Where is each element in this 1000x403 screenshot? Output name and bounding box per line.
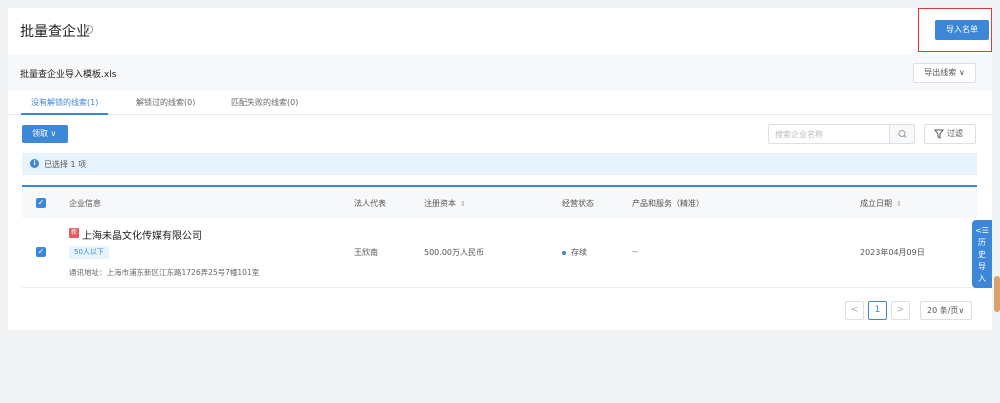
header-founded-label: 成立日期 xyxy=(860,199,892,208)
import-button-highlight: 导入名单 xyxy=(918,8,992,52)
header-legal-rep: 法人代表 xyxy=(354,199,386,208)
select-all-checkbox[interactable]: ✓ xyxy=(36,198,46,208)
next-page-button[interactable]: > xyxy=(891,301,910,320)
claim-button[interactable]: 领取 ∨ xyxy=(22,125,68,143)
history-tab-char: 历 xyxy=(978,238,986,247)
tabs-bar: 没有解锁的线索(1) 解锁过的线索(0) 匹配失败的线索(0) xyxy=(8,91,992,115)
selection-count: 已选择 1 项 xyxy=(44,160,87,169)
founded-value: 2023年04月09日 xyxy=(860,248,925,257)
tab-unlocked[interactable]: 解锁过的线索(0) xyxy=(136,97,195,108)
page-title: 批量查企业 xyxy=(20,24,90,40)
search-input[interactable] xyxy=(769,125,889,143)
status-dot xyxy=(562,250,566,255)
tab-match-failed[interactable]: 匹配失败的线索(0) xyxy=(231,97,298,108)
company-name[interactable]: 上海未晶文化传媒有限公司 xyxy=(82,227,202,242)
current-page[interactable]: 1 xyxy=(868,301,887,320)
scale-tag: 50人以下 xyxy=(69,246,109,259)
search-button[interactable] xyxy=(889,125,914,143)
sort-icon[interactable]: ⇕ xyxy=(460,200,466,208)
history-tab-char: 导 xyxy=(978,262,986,271)
header-status: 经营状态 xyxy=(562,199,594,208)
selection-bar: i 已选择 1 项 xyxy=(22,153,977,175)
row-checkbox[interactable]: ✓ xyxy=(36,247,46,257)
filter-icon xyxy=(934,129,944,139)
new-badge: 新 xyxy=(69,228,79,238)
products-value: -- xyxy=(632,247,638,256)
page-header: 批量查企业 i 导入名单 xyxy=(8,8,992,55)
history-import-tab[interactable]: <☰ 历 史 导 入 xyxy=(972,220,992,288)
filter-button[interactable]: 过滤 xyxy=(924,124,976,144)
status-label: 存续 xyxy=(571,248,587,257)
sort-icon[interactable]: ⇕ xyxy=(896,200,902,208)
file-name: 批量查企业导入模板.xls xyxy=(20,70,117,80)
file-bar: 批量查企业导入模板.xls 导出线索 ∨ xyxy=(8,55,992,91)
export-leads-button[interactable]: 导出线索 ∨ xyxy=(913,63,976,83)
import-list-button[interactable]: 导入名单 xyxy=(935,20,989,40)
table-header: ✓ 企业信息 法人代表 注册资本 ⇕ 经营状态 产品和服务（精准） 成立日期 ⇕ xyxy=(22,185,977,218)
legal-rep-value: 王欣南 xyxy=(354,248,378,257)
header-capital-label: 注册资本 xyxy=(424,199,456,208)
search-box xyxy=(768,124,915,144)
list-icon: <☰ xyxy=(975,226,989,235)
status-value: 存续 xyxy=(562,247,587,258)
prev-page-button[interactable]: < xyxy=(845,301,864,320)
search-icon xyxy=(898,130,907,138)
tab-not-unlocked[interactable]: 没有解锁的线索(1) xyxy=(31,97,98,108)
capital-value: 500.00万人民币 xyxy=(424,248,484,257)
company-address: 通讯地址：上海市浦东新区江东路1726弄25号7幢101室 xyxy=(69,268,260,277)
table-row[interactable]: ✓ 新 上海未晶文化传媒有限公司 50人以下 通讯地址：上海市浦东新区江东路17… xyxy=(22,218,977,288)
active-tab-indicator xyxy=(21,113,108,115)
scroll-handle[interactable] xyxy=(994,276,1000,312)
info-icon[interactable]: i xyxy=(84,25,93,34)
history-tab-char: 史 xyxy=(978,250,986,259)
header-founded[interactable]: 成立日期 ⇕ xyxy=(860,198,902,209)
info-icon: i xyxy=(30,159,39,168)
header-company-info: 企业信息 xyxy=(69,199,101,208)
main-panel: 批量查企业导入模板.xls 导出线索 ∨ 没有解锁的线索(1) 解锁过的线索(0… xyxy=(8,55,992,330)
page-size-select[interactable]: 20 条/页∨ xyxy=(920,301,972,320)
filter-label: 过滤 xyxy=(947,129,963,138)
history-tab-char: 入 xyxy=(978,274,986,283)
header-capital[interactable]: 注册资本 ⇕ xyxy=(424,198,466,209)
header-products: 产品和服务（精准） xyxy=(632,199,704,208)
